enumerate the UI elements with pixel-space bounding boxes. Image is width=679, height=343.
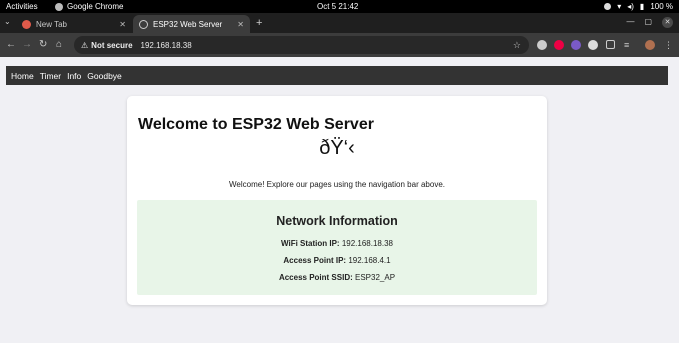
app-menu[interactable]: Google Chrome — [55, 0, 123, 13]
extension-icon[interactable] — [588, 40, 598, 50]
chrome-favicon-icon — [22, 19, 31, 29]
menu-kebab-icon[interactable]: ⋮ — [664, 38, 673, 52]
reload-icon[interactable]: ↻ — [39, 38, 47, 52]
activities-button[interactable]: Activities — [6, 0, 38, 13]
nav-link-info[interactable]: Info — [67, 71, 81, 81]
clock[interactable]: Oct 5 21:42 — [317, 0, 358, 13]
warning-icon[interactable]: ⚠ — [81, 41, 88, 50]
wave-emoji-text: ðŸ‘‹ — [319, 137, 355, 159]
site-navbar: Home Timer Info Goodbye — [6, 66, 668, 85]
network-info-title: Network Information — [276, 214, 398, 228]
url-text[interactable]: 192.168.18.38 — [141, 41, 192, 50]
row-value: ESP32_AP — [355, 273, 396, 282]
extensions-puzzle-icon[interactable] — [606, 40, 615, 49]
close-tab-icon[interactable]: ✕ — [119, 20, 126, 29]
close-window-icon[interactable]: ✕ — [662, 17, 673, 28]
maximize-icon[interactable]: ▢ — [644, 17, 652, 28]
row-label: Access Point SSID: — [278, 273, 353, 282]
system-top-bar: Activities Google Chrome Oct 5 21:42 ▾ ◂… — [0, 0, 679, 13]
back-icon[interactable]: ← — [6, 38, 16, 52]
row-label: WiFi Station IP: — [281, 239, 340, 248]
bookmark-star-icon[interactable]: ☆ — [513, 40, 521, 51]
close-tab-icon[interactable]: ✕ — [237, 20, 244, 29]
wifi-icon: ▾ — [617, 2, 622, 11]
globe-icon — [139, 19, 148, 29]
nav-link-home[interactable]: Home — [11, 71, 34, 81]
page-title: Welcome to ESP32 Web Server — [138, 116, 374, 133]
tab-new-tab[interactable]: New Tab ✕ — [16, 15, 132, 33]
network-info-row: Access Point SSID: ESP32_AP — [137, 273, 537, 282]
chrome-icon — [55, 2, 63, 11]
network-info-row: Access Point IP: 192.168.4.1 — [137, 256, 537, 265]
chrome-tray-icon — [604, 3, 612, 10]
tab-search-icon[interactable]: ⌄ — [4, 17, 11, 26]
browser-toolbar: ← → ↻ ⌂ ⚠ Not secure 192.168.18.38 ☆ ≡ ⋮ — [0, 33, 679, 57]
welcome-text: Welcome! Explore our pages using the nav… — [229, 180, 445, 189]
row-value: 192.168.4.1 — [348, 256, 391, 265]
window-controls: — ▢ ✕ — [626, 17, 673, 28]
home-icon[interactable]: ⌂ — [56, 38, 62, 52]
reading-list-icon[interactable]: ≡ — [624, 38, 629, 52]
extension-icon[interactable] — [554, 40, 564, 50]
minimize-icon[interactable]: — — [626, 17, 634, 28]
app-name: Google Chrome — [67, 2, 124, 11]
forward-icon[interactable]: → — [22, 38, 32, 52]
extension-icon[interactable] — [537, 40, 547, 50]
network-info-box: Network Information WiFi Station IP: 192… — [137, 200, 537, 295]
system-tray[interactable]: ▾ ◂) ▮ 100 % — [604, 0, 673, 13]
address-bar[interactable]: ⚠ Not secure 192.168.18.38 ☆ — [74, 36, 529, 54]
battery-icon: ▮ — [639, 2, 645, 11]
tab-title: New Tab — [36, 19, 67, 29]
security-label[interactable]: Not secure — [91, 41, 132, 50]
network-info-row: WiFi Station IP: 192.168.18.38 — [137, 239, 537, 248]
tab-esp32-web-server[interactable]: ESP32 Web Server ✕ — [133, 15, 250, 33]
battery-percent: 100 % — [650, 2, 673, 11]
extension-icon[interactable] — [571, 40, 581, 50]
tab-title: ESP32 Web Server — [153, 19, 223, 29]
volume-icon: ◂) — [627, 2, 634, 11]
profile-avatar[interactable] — [645, 40, 655, 50]
nav-link-timer[interactable]: Timer — [40, 71, 61, 81]
row-value: 192.168.18.38 — [341, 239, 393, 248]
nav-link-goodbye[interactable]: Goodbye — [87, 71, 122, 81]
new-tab-button[interactable]: + — [256, 16, 262, 30]
web-page: Home Timer Info Goodbye Welcome to ESP32… — [0, 57, 679, 343]
content-card: Welcome to ESP32 Web Server ðŸ‘‹ Welcome… — [127, 96, 547, 305]
tab-strip: ⌄ New Tab ✕ ESP32 Web Server ✕ + — ▢ ✕ — [0, 13, 679, 33]
row-label: Access Point IP: — [283, 256, 347, 265]
